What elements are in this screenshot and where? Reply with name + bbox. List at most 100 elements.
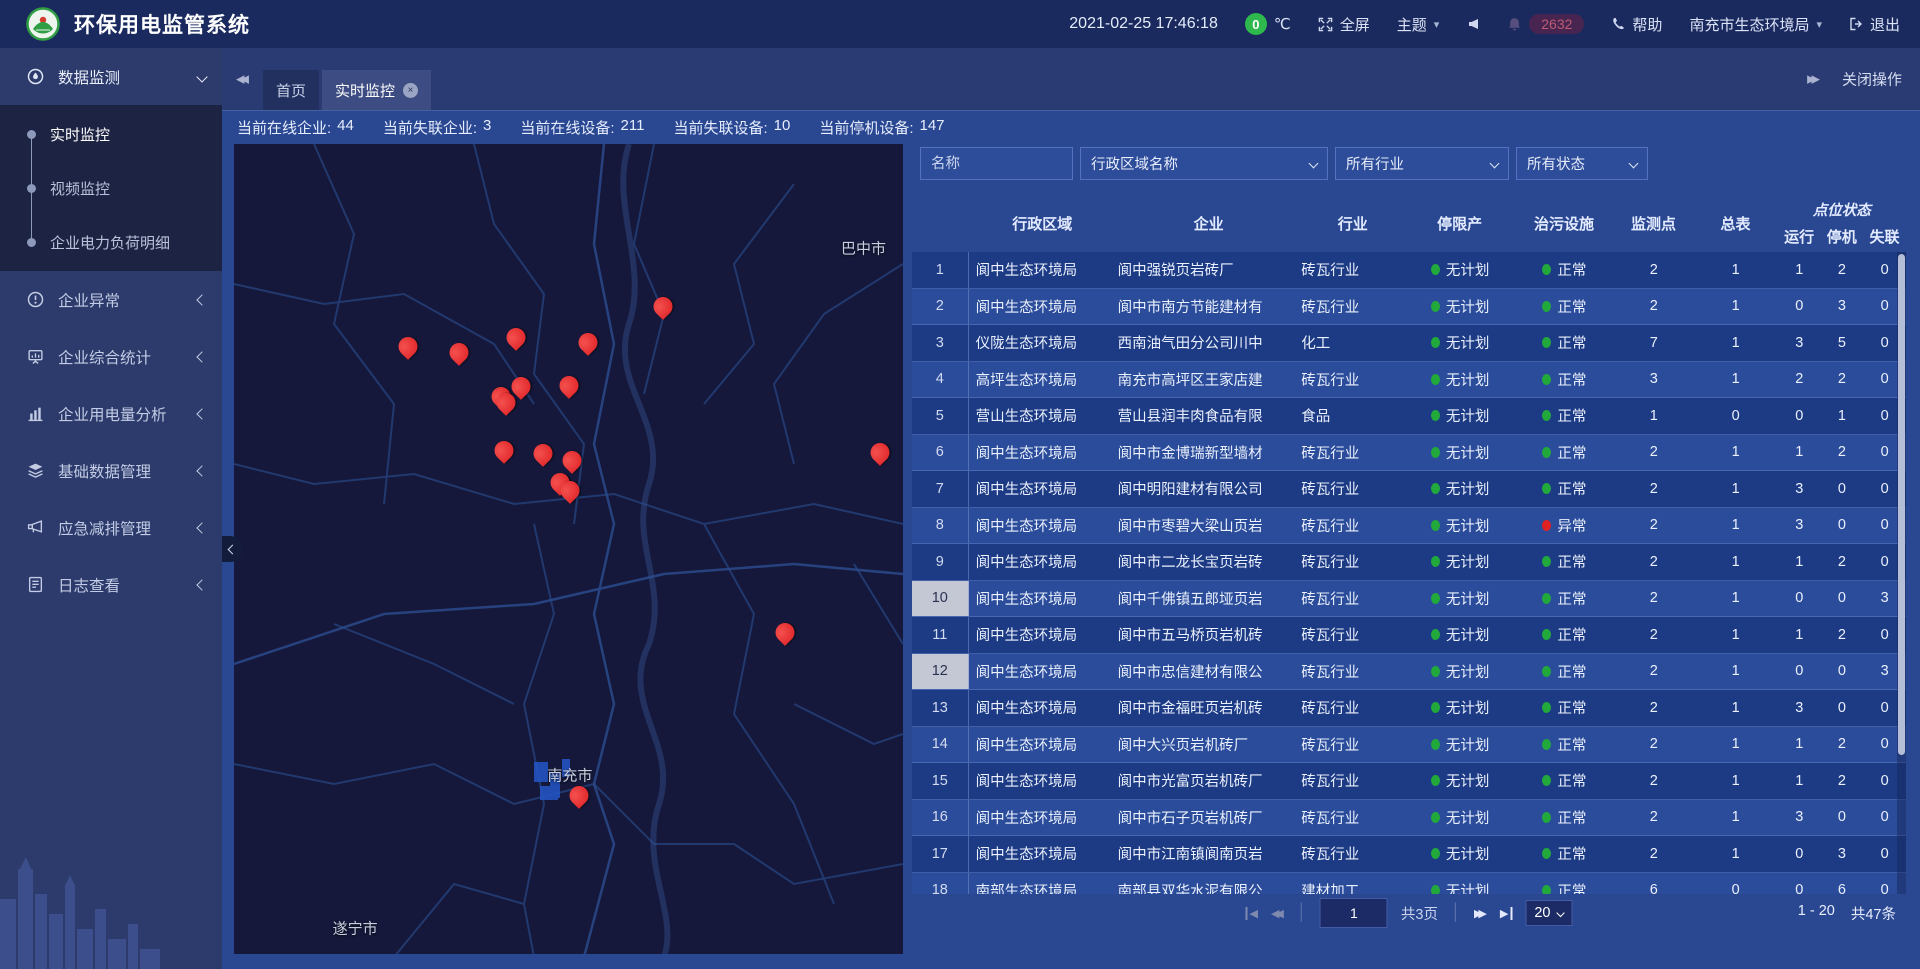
status-dot bbox=[1431, 812, 1440, 823]
status-dot bbox=[1542, 556, 1551, 567]
sidebar-item-enterprise-statistics[interactable]: 企业综合统计 bbox=[0, 328, 222, 385]
map-pin[interactable] bbox=[506, 328, 525, 351]
table-row[interactable]: 16阆中生态环境局阆中市石子页岩机砖厂砖瓦行业无计划正常21300 bbox=[912, 800, 1906, 837]
pin-icon bbox=[555, 372, 582, 399]
cell-monitor-points: 2 bbox=[1614, 544, 1693, 580]
industry-select[interactable]: 所有行业 bbox=[1335, 147, 1509, 180]
cell-row-number: 17 bbox=[912, 836, 969, 872]
cell-monitor-points: 2 bbox=[1614, 508, 1693, 544]
cell-limit-production: 无计划 bbox=[1406, 654, 1515, 690]
sidebar-item-log-view[interactable]: 日志查看 bbox=[0, 556, 222, 613]
table-row[interactable]: 7阆中生态环境局阆中明阳建材有限公司砖瓦行业无计划正常21300 bbox=[912, 471, 1906, 508]
map-pin[interactable] bbox=[871, 443, 890, 466]
table-row[interactable]: 5营山生态环境局营山县润丰肉食品有限食品无计划正常10010 bbox=[912, 398, 1906, 435]
table-row[interactable]: 14阆中生态环境局阆中大兴页岩机砖厂砖瓦行业无计划正常21120 bbox=[912, 727, 1906, 764]
map-pin[interactable] bbox=[776, 623, 795, 646]
last-page-button[interactable]: ▶ bbox=[1500, 907, 1512, 920]
cell-total-meter: 1 bbox=[1694, 435, 1778, 471]
sidebar-item-video-monitoring[interactable]: 视频监控 bbox=[0, 161, 222, 215]
map-pin[interactable] bbox=[494, 441, 513, 464]
cell-pollution-facility: 正常 bbox=[1515, 252, 1614, 288]
sidebar-item-enterprise-abnormal[interactable]: 企业异常 bbox=[0, 271, 222, 328]
map-pin[interactable] bbox=[562, 451, 581, 474]
table-row[interactable]: 11阆中生态环境局阆中市五马桥页岩机砖砖瓦行业无计划正常21120 bbox=[912, 617, 1906, 654]
table-row[interactable]: 12阆中生态环境局阆中市忠信建材有限公砖瓦行业无计划正常21003 bbox=[912, 654, 1906, 691]
cell-total-meter: 1 bbox=[1694, 727, 1778, 763]
table-row[interactable]: 9阆中生态环境局阆中市二龙长宝页岩砖砖瓦行业无计划正常21120 bbox=[912, 544, 1906, 581]
table-row[interactable]: 10阆中生态环境局阆中千佛镇五郎垭页岩砖瓦行业无计划正常21003 bbox=[912, 581, 1906, 618]
table-row[interactable]: 6阆中生态环境局阆中市金博瑞新型墙材砖瓦行业无计划正常21120 bbox=[912, 435, 1906, 472]
temperature-badge: 0 bbox=[1245, 13, 1267, 35]
map-roads-layer bbox=[234, 144, 903, 954]
cell-industry: 砖瓦行业 bbox=[1301, 654, 1405, 690]
logout-button[interactable]: 退出 bbox=[1849, 14, 1900, 35]
cell-running: 1 bbox=[1778, 252, 1821, 288]
sidebar-item-realtime-monitoring[interactable]: 实时监控 bbox=[0, 107, 222, 161]
tabs-scroll-left-button[interactable]: ◀◀ bbox=[236, 73, 249, 86]
tab-realtime-monitoring[interactable]: 实时监控 × bbox=[322, 70, 431, 110]
status-dot bbox=[1431, 264, 1440, 275]
region-select[interactable]: 行政区域名称 bbox=[1080, 147, 1328, 180]
table-row[interactable]: 1阆中生态环境局阆中强锐页岩砖厂砖瓦行业无计划正常21120 bbox=[912, 252, 1906, 289]
tab-home[interactable]: 首页 bbox=[263, 70, 319, 110]
table-row[interactable]: 3仪陇生态环境局西南油气田分公司川中化工无计划正常71350 bbox=[912, 325, 1906, 362]
cell-stopped: 2 bbox=[1821, 252, 1864, 288]
status-select[interactable]: 所有状态 bbox=[1516, 147, 1648, 180]
map-pin[interactable] bbox=[560, 481, 579, 504]
status-dot bbox=[1431, 483, 1440, 494]
map-pin[interactable] bbox=[578, 333, 597, 356]
close-operations-button[interactable]: 关闭操作 bbox=[1842, 69, 1902, 90]
status-dot bbox=[1542, 812, 1551, 823]
cell-region: 阆中生态环境局 bbox=[969, 289, 1118, 325]
app-logo-icon bbox=[26, 7, 60, 41]
page-number-input[interactable] bbox=[1320, 898, 1388, 928]
map-panel[interactable]: 巴中市南充市遂宁市 bbox=[234, 144, 903, 954]
first-page-button[interactable]: ◀ bbox=[1246, 907, 1258, 920]
stats-bar: 当前在线企业:44 当前失联企业:3 当前在线设备:211 当前失联设备:10 … bbox=[222, 110, 1920, 143]
cell-pollution-facility: 正常 bbox=[1515, 289, 1614, 325]
sidebar-item-data-monitoring[interactable]: 数据监测 bbox=[0, 48, 222, 105]
cell-stopped: 2 bbox=[1821, 435, 1864, 471]
previous-page-button[interactable]: ◀◀ bbox=[1271, 907, 1284, 920]
org-dropdown[interactable]: 南充市生态环境局▾ bbox=[1689, 14, 1822, 35]
sidebar-item-emergency-reduction[interactable]: 应急减排管理 bbox=[0, 499, 222, 556]
fullscreen-button[interactable]: 全屏 bbox=[1318, 14, 1370, 35]
cell-stopped: 1 bbox=[1821, 398, 1864, 434]
cell-monitor-points: 3 bbox=[1614, 362, 1693, 398]
chevron-left-icon bbox=[198, 519, 206, 537]
map-pin[interactable] bbox=[497, 393, 516, 416]
notification-bell[interactable]: 2632 bbox=[1507, 14, 1584, 34]
map-pin[interactable] bbox=[450, 343, 469, 366]
next-page-button[interactable]: ▶▶ bbox=[1474, 907, 1487, 920]
theme-dropdown[interactable]: 主题▾ bbox=[1397, 14, 1440, 35]
map-pin[interactable] bbox=[534, 444, 553, 467]
page-size-select[interactable]: 20 bbox=[1525, 900, 1572, 926]
status-dot bbox=[1542, 702, 1551, 713]
table-row[interactable]: 18南部生态环境局南部县双华水泥有限公建材加工无计划正常60060 bbox=[912, 873, 1906, 895]
tabs-scroll-right-button[interactable]: ▶▶ bbox=[1807, 73, 1820, 86]
speaker-icon[interactable] bbox=[1466, 17, 1480, 31]
cell-company: 阆中强锐页岩砖厂 bbox=[1118, 252, 1302, 288]
table-row[interactable]: 2阆中生态环境局阆中市南方节能建材有砖瓦行业无计划正常21030 bbox=[912, 289, 1906, 326]
sidebar-item-power-usage-analysis[interactable]: 企业用电量分析 bbox=[0, 385, 222, 442]
cell-pollution-facility: 正常 bbox=[1515, 398, 1614, 434]
table-row[interactable]: 4高坪生态环境局南充市高坪区王家店建砖瓦行业无计划正常31220 bbox=[912, 362, 1906, 399]
map-pin[interactable] bbox=[398, 337, 417, 360]
table-row[interactable]: 15阆中生态环境局阆中市光富页岩机砖厂砖瓦行业无计划正常21120 bbox=[912, 763, 1906, 800]
table-row[interactable]: 17阆中生态环境局阆中市江南镇阆南页岩砖瓦行业无计划正常21030 bbox=[912, 836, 1906, 873]
col-row-number bbox=[912, 194, 968, 252]
sidebar-item-power-load-detail[interactable]: 企业电力负荷明细 bbox=[0, 215, 222, 269]
help-button[interactable]: 帮助 bbox=[1611, 14, 1662, 35]
map-pin[interactable] bbox=[559, 376, 578, 399]
map-pin[interactable] bbox=[653, 297, 672, 320]
status-dot bbox=[1542, 629, 1551, 640]
close-tab-icon[interactable]: × bbox=[403, 83, 418, 98]
sidebar-item-base-data-management[interactable]: 基础数据管理 bbox=[0, 442, 222, 499]
table-scrollbar[interactable] bbox=[1897, 252, 1906, 894]
name-search-input[interactable] bbox=[920, 147, 1073, 180]
cell-total-meter: 1 bbox=[1694, 654, 1778, 690]
table-row[interactable]: 8阆中生态环境局阆中市枣碧大梁山页岩砖瓦行业无计划异常21300 bbox=[912, 508, 1906, 545]
table-row[interactable]: 13阆中生态环境局阆中市金福旺页岩机砖砖瓦行业无计划正常21300 bbox=[912, 690, 1906, 727]
map-pin[interactable] bbox=[570, 786, 589, 809]
scrollbar-thumb[interactable] bbox=[1898, 254, 1905, 755]
